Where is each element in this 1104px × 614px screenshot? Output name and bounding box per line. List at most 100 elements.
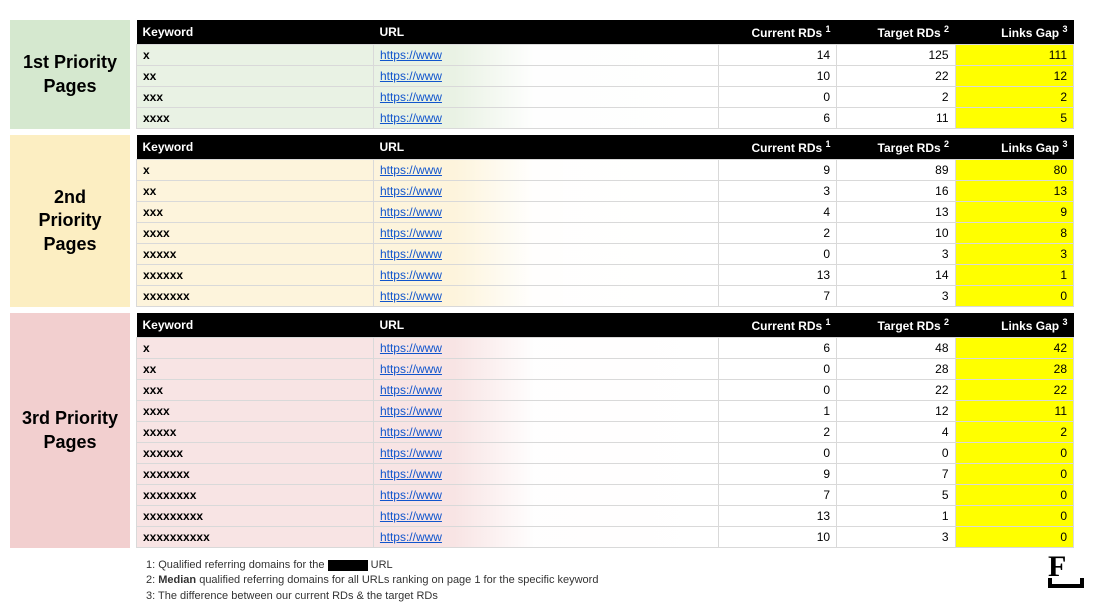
current-rds-cell: 1	[718, 401, 836, 422]
header-url: URL	[373, 313, 718, 338]
url-cell: https://www	[373, 223, 718, 244]
url-link[interactable]: https://www	[380, 530, 442, 544]
url-link[interactable]: https://www	[380, 509, 442, 523]
table-row: xxxhttps://www022	[137, 87, 1074, 108]
url-link[interactable]: https://www	[380, 163, 442, 177]
header-target-rds: Target RDs 2	[837, 135, 955, 160]
keyword-cell: xxxxx	[137, 422, 374, 443]
keyword-cell: xxxx	[137, 401, 374, 422]
links-gap-cell: 9	[955, 202, 1073, 223]
keyword-cell: xxxxx	[137, 244, 374, 265]
url-cell: https://www	[373, 181, 718, 202]
table-row: xxxxxxxxxhttps://www1310	[137, 506, 1074, 527]
url-link[interactable]: https://www	[380, 362, 442, 376]
current-rds-cell: 0	[718, 443, 836, 464]
header-links-gap: Links Gap 3	[955, 313, 1073, 338]
url-link[interactable]: https://www	[380, 446, 442, 460]
links-gap-cell: 0	[955, 286, 1073, 307]
url-link[interactable]: https://www	[380, 69, 442, 83]
url-cell: https://www	[373, 338, 718, 359]
keyword-cell: xxxxxxxxx	[137, 506, 374, 527]
keyword-cell: xxxxxx	[137, 443, 374, 464]
keyword-cell: xxxxxx	[137, 265, 374, 286]
url-cell: https://www	[373, 401, 718, 422]
links-gap-cell: 5	[955, 108, 1073, 129]
table-row: xhttps://www98980	[137, 160, 1074, 181]
redaction-overlay	[454, 380, 718, 400]
footnote-1: 1: Qualified referring domains for the U…	[146, 558, 1074, 573]
url-link[interactable]: https://www	[380, 341, 442, 355]
table-header-row: Keyword URL Current RDs 1Target RDs 2Lin…	[137, 20, 1074, 45]
keyword-cell: x	[137, 160, 374, 181]
url-cell: https://www	[373, 380, 718, 401]
target-rds-cell: 3	[837, 527, 955, 548]
keyword-cell: xxx	[137, 87, 374, 108]
target-rds-cell: 2	[837, 87, 955, 108]
target-rds-cell: 16	[837, 181, 955, 202]
url-cell: https://www	[373, 108, 718, 129]
current-rds-cell: 10	[718, 66, 836, 87]
priority-table: Keyword URL Current RDs 1Target RDs 2Lin…	[136, 20, 1074, 129]
header-keyword: Keyword	[137, 313, 374, 338]
redaction-overlay	[454, 202, 718, 222]
url-cell: https://www	[373, 160, 718, 181]
url-link[interactable]: https://www	[380, 111, 442, 125]
url-link[interactable]: https://www	[380, 226, 442, 240]
footnote-1-prefix: 1: Qualified referring domains for the	[146, 559, 328, 571]
brand-logo: F	[1048, 550, 1084, 588]
url-link[interactable]: https://www	[380, 467, 442, 481]
target-rds-cell: 10	[837, 223, 955, 244]
links-gap-cell: 1	[955, 265, 1073, 286]
priority-group: 3rd Priority PagesKeyword URL Current RD…	[10, 313, 1074, 548]
table-row: xxxxhttps://www6115	[137, 108, 1074, 129]
redaction-overlay	[454, 506, 718, 526]
keyword-cell: xx	[137, 181, 374, 202]
header-url: URL	[373, 135, 718, 160]
url-link[interactable]: https://www	[380, 488, 442, 502]
brand-logo-letter: F	[1048, 550, 1066, 583]
links-gap-cell: 0	[955, 443, 1073, 464]
url-cell: https://www	[373, 87, 718, 108]
target-rds-cell: 7	[837, 464, 955, 485]
url-link[interactable]: https://www	[380, 184, 442, 198]
links-gap-cell: 0	[955, 506, 1073, 527]
priority-group-label: 1st Priority Pages	[10, 20, 130, 129]
links-gap-cell: 2	[955, 422, 1073, 443]
redaction-overlay	[454, 160, 718, 180]
redaction-overlay	[454, 87, 718, 107]
redaction-overlay	[454, 401, 718, 421]
keyword-cell: xxxxxxxxxx	[137, 527, 374, 548]
target-rds-cell: 13	[837, 202, 955, 223]
url-link[interactable]: https://www	[380, 48, 442, 62]
target-rds-cell: 5	[837, 485, 955, 506]
target-rds-cell: 3	[837, 286, 955, 307]
url-cell: https://www	[373, 244, 718, 265]
links-gap-cell: 0	[955, 485, 1073, 506]
url-link[interactable]: https://www	[380, 247, 442, 261]
current-rds-cell: 9	[718, 464, 836, 485]
table-row: xxxxhttps://www11211	[137, 401, 1074, 422]
keyword-cell: xx	[137, 66, 374, 87]
url-link[interactable]: https://www	[380, 205, 442, 219]
links-gap-cell: 8	[955, 223, 1073, 244]
url-cell: https://www	[373, 286, 718, 307]
url-link[interactable]: https://www	[380, 383, 442, 397]
header-links-gap: Links Gap 3	[955, 20, 1073, 45]
footnote-2-prefix: 2:	[146, 574, 158, 586]
url-link[interactable]: https://www	[380, 425, 442, 439]
current-rds-cell: 13	[718, 265, 836, 286]
url-link[interactable]: https://www	[380, 268, 442, 282]
header-current-rds: Current RDs 1	[718, 313, 836, 338]
links-gap-cell: 42	[955, 338, 1073, 359]
url-cell: https://www	[373, 66, 718, 87]
url-cell: https://www	[373, 359, 718, 380]
url-link[interactable]: https://www	[380, 404, 442, 418]
redaction-overlay	[454, 422, 718, 442]
current-rds-cell: 6	[718, 108, 836, 129]
url-link[interactable]: https://www	[380, 289, 442, 303]
header-target-rds: Target RDs 2	[837, 20, 955, 45]
table-row: xhttps://www64842	[137, 338, 1074, 359]
url-link[interactable]: https://www	[380, 90, 442, 104]
links-gap-cell: 0	[955, 527, 1073, 548]
redaction-overlay	[454, 338, 718, 358]
